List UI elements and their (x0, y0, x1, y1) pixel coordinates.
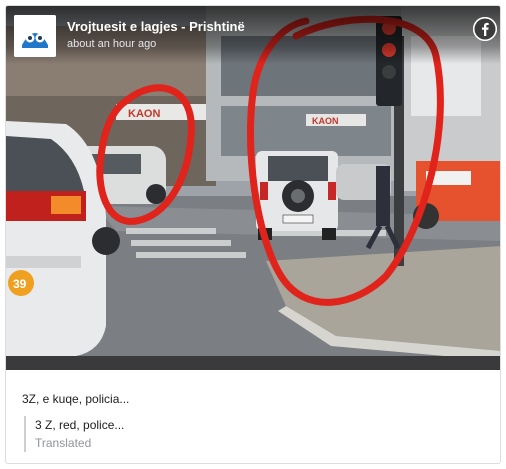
page-name-link[interactable]: Vrojtuesit e lagjes - Prishtinë (67, 19, 245, 34)
post-timestamp[interactable]: about an hour ago (67, 38, 156, 50)
translated-label[interactable]: Translated (35, 434, 124, 452)
page-avatar[interactable] (14, 15, 56, 57)
translated-text: 3 Z, red, police... (35, 418, 125, 432)
pedestrian (376, 166, 390, 226)
white-suv (256, 151, 338, 240)
post-header: Vrojtuesit e lagjes - Prishtinë about an… (6, 6, 500, 64)
facebook-logo-icon[interactable] (473, 17, 497, 41)
post-caption: 3Z, e kuqe, policia... (22, 392, 130, 406)
shop-sign-text: KAON (128, 108, 160, 120)
owl-logo-icon (14, 15, 56, 57)
facebook-post-card: KAON KAON 39 Vrojtuesit e lagjes - Prish… (5, 5, 501, 464)
shop-sign-text-2: KAON (312, 116, 339, 126)
taxi-number: 39 (13, 277, 27, 291)
translation-block: 3 Z, red, police... Translated (24, 416, 124, 452)
